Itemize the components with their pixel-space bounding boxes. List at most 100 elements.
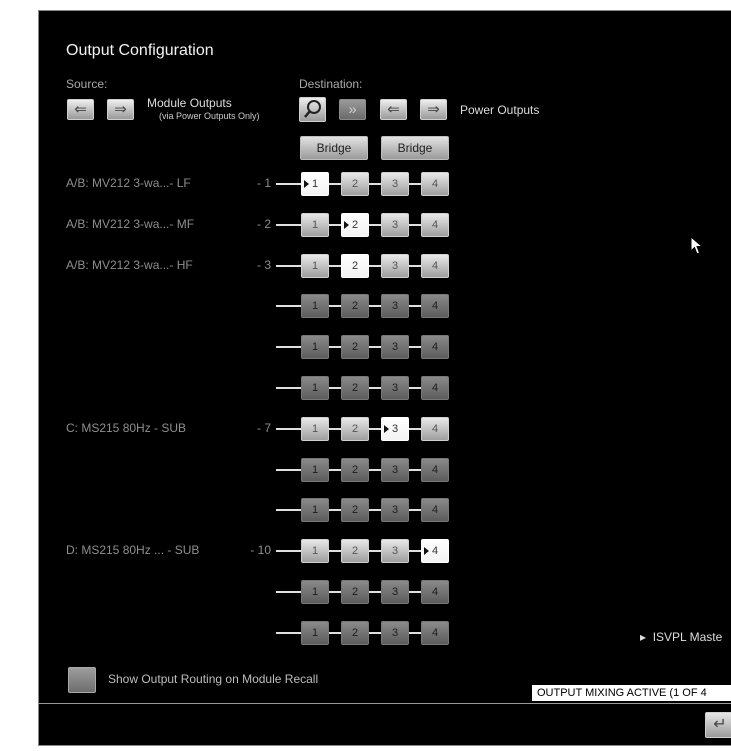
isvpl-master-item[interactable]: ▸ ISVPL Maste [640, 630, 722, 644]
route-cell-number: 4 [431, 300, 439, 312]
route-cell-row3-out1[interactable]: 1 [301, 254, 329, 278]
route-cell-number: 2 [351, 219, 359, 231]
route-cell-number: 2 [351, 260, 359, 272]
row-source-label: A/B: MV212 3-wa...- MF [66, 217, 195, 231]
route-cell-row5-out4[interactable]: 4 [421, 335, 449, 359]
route-cell-row10-out3[interactable]: 3 [381, 539, 409, 563]
route-cell-row11-out1[interactable]: 1 [301, 580, 329, 604]
route-cell-row12-out4[interactable]: 4 [421, 621, 449, 645]
row-source-label: C: MS215 80Hz - SUB [66, 421, 187, 435]
route-cell-row6-out2[interactable]: 2 [341, 376, 369, 400]
double-arrow-icon: » [348, 101, 357, 118]
route-cell-row10-out4[interactable]: 4 [421, 539, 449, 563]
route-cell-number: 2 [351, 464, 359, 476]
route-cell-row12-out3[interactable]: 3 [381, 621, 409, 645]
route-cell-row6-out3[interactable]: 3 [381, 376, 409, 400]
route-cell-row8-out1[interactable]: 1 [301, 458, 329, 482]
route-cell-number: 1 [311, 423, 319, 435]
route-cell-number: 2 [351, 504, 359, 516]
route-cell-row7-out4[interactable]: 4 [421, 417, 449, 441]
route-cell-row9-out1[interactable]: 1 [301, 498, 329, 522]
route-cell-row12-out1[interactable]: 1 [301, 621, 329, 645]
route-cell-number: 4 [431, 504, 439, 516]
left-arrow-icon: ⇐ [387, 101, 400, 118]
route-cell-row6-out1[interactable]: 1 [301, 376, 329, 400]
route-cell-row8-out4[interactable]: 4 [421, 458, 449, 482]
route-cell-row5-out1[interactable]: 1 [301, 335, 329, 359]
route-cell-row8-out3[interactable]: 3 [381, 458, 409, 482]
dest-all-button[interactable]: » [339, 99, 366, 120]
dest-prev-button[interactable]: ⇐ [380, 99, 407, 120]
route-cell-row8-out2[interactable]: 2 [341, 458, 369, 482]
route-marker-icon [424, 547, 429, 555]
route-cell-row7-out3[interactable]: 3 [381, 417, 409, 441]
play-triangle-icon: ▸ [640, 630, 653, 644]
route-cell-row4-out4[interactable]: 4 [421, 294, 449, 318]
show-routing-checkbox[interactable] [68, 667, 96, 693]
route-cell-number: 1 [311, 464, 319, 476]
source-next-button[interactable]: ⇒ [107, 99, 134, 120]
route-cell-number: 4 [431, 464, 439, 476]
source-label: Source: [66, 77, 108, 91]
row-source-label: D: MS215 80Hz ... - SUB [66, 543, 200, 557]
route-cell-row11-out3[interactable]: 3 [381, 580, 409, 604]
route-cell-number: 4 [431, 545, 439, 557]
route-cell-row4-out1[interactable]: 1 [301, 294, 329, 318]
route-cell-row2-out2[interactable]: 2 [341, 213, 369, 237]
route-cell-row3-out2[interactable]: 2 [341, 254, 369, 278]
route-marker-icon [384, 425, 389, 433]
route-cell-number: 3 [391, 178, 399, 190]
route-marker-icon [304, 180, 309, 188]
route-cell-number: 4 [431, 341, 439, 353]
route-cell-row1-out4[interactable]: 4 [421, 172, 449, 196]
source-prev-button[interactable]: ⇐ [67, 99, 94, 120]
route-cell-row3-out3[interactable]: 3 [381, 254, 409, 278]
route-cell-number: 3 [391, 586, 399, 598]
route-cell-number: 4 [431, 178, 439, 190]
route-cell-row1-out1[interactable]: 1 [301, 172, 329, 196]
route-cell-row2-out3[interactable]: 3 [381, 213, 409, 237]
route-cell-number: 1 [311, 382, 319, 394]
row-source-number: - 10 [250, 543, 271, 557]
route-cell-number: 3 [391, 219, 399, 231]
route-cell-row4-out3[interactable]: 3 [381, 294, 409, 318]
route-cell-number: 4 [431, 423, 439, 435]
route-cell-row10-out1[interactable]: 1 [301, 539, 329, 563]
route-cell-number: 3 [391, 300, 399, 312]
row-source-label: A/B: MV212 3-wa...- HF [66, 258, 193, 272]
output-mixing-status: OUTPUT MIXING ACTIVE (1 OF 4 [532, 685, 731, 701]
route-cell-row4-out2[interactable]: 2 [341, 294, 369, 318]
route-cell-row5-out2[interactable]: 2 [341, 335, 369, 359]
route-cell-row12-out2[interactable]: 2 [341, 621, 369, 645]
panel-divider [38, 703, 731, 704]
route-cell-row6-out4[interactable]: 4 [421, 376, 449, 400]
bridge-button-3-4[interactable]: Bridge [381, 136, 449, 160]
route-cell-number: 4 [431, 382, 439, 394]
route-cell-number: 1 [311, 586, 319, 598]
route-cell-row9-out3[interactable]: 3 [381, 498, 409, 522]
route-cell-row2-out4[interactable]: 4 [421, 213, 449, 237]
route-cell-number: 1 [311, 260, 319, 272]
route-cell-row9-out4[interactable]: 4 [421, 498, 449, 522]
right-arrow-icon: ⇒ [114, 101, 127, 118]
route-cell-row7-out1[interactable]: 1 [301, 417, 329, 441]
route-cell-row11-out4[interactable]: 4 [421, 580, 449, 604]
route-cell-row3-out4[interactable]: 4 [421, 254, 449, 278]
route-cell-row1-out2[interactable]: 2 [341, 172, 369, 196]
route-cell-row7-out2[interactable]: 2 [341, 417, 369, 441]
route-cell-row1-out3[interactable]: 3 [381, 172, 409, 196]
enter-button[interactable]: ↵ [705, 712, 731, 738]
show-routing-label: Show Output Routing on Module Recall [108, 672, 319, 686]
bridge-button-1-2[interactable]: Bridge [300, 136, 368, 160]
route-cell-number: 2 [351, 341, 359, 353]
route-cell-number: 2 [351, 627, 359, 639]
route-cell-row10-out2[interactable]: 2 [341, 539, 369, 563]
route-cell-row11-out2[interactable]: 2 [341, 580, 369, 604]
route-cell-row2-out1[interactable]: 1 [301, 213, 329, 237]
route-cell-number: 4 [431, 219, 439, 231]
route-cell-row9-out2[interactable]: 2 [341, 498, 369, 522]
route-cell-row5-out3[interactable]: 3 [381, 335, 409, 359]
dest-next-button[interactable]: ⇒ [420, 99, 447, 120]
route-cell-number: 2 [351, 300, 359, 312]
dest-search-button[interactable] [299, 97, 326, 122]
